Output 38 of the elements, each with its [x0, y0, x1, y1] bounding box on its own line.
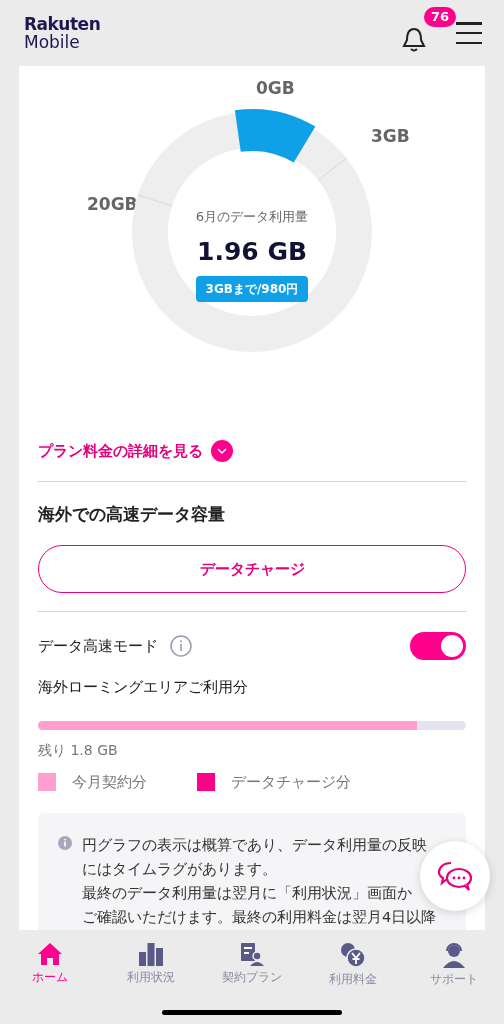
document-person-icon	[239, 942, 265, 966]
section-title: 海外での高速データ容量	[38, 502, 226, 526]
headset-person-icon	[441, 942, 467, 968]
remaining-data: 残り 1.8 GB	[38, 740, 119, 760]
tab-bar-item[interactable]: 契約プラン	[216, 942, 288, 988]
plan-details-link[interactable]: プラン料金の詳細を見る	[38, 440, 233, 463]
tab-bar-item[interactable]: 利用状況	[115, 942, 187, 988]
high-speed-mode-label: データ高速モード	[38, 635, 158, 657]
tab-bar-item[interactable]: 利用料金	[317, 942, 389, 988]
note-text: 円グラフの表示は概算であり、データ利用量の反映	[82, 836, 428, 855]
logo-subtitle: Mobile	[24, 33, 81, 51]
legend-label: データチャージ分	[231, 771, 351, 793]
tab-bar-item[interactable]: ホーム	[14, 942, 86, 988]
usage-caption: 6月のデータ利用量	[195, 208, 309, 226]
coins-icon	[340, 942, 366, 968]
chat-bubbles-icon	[437, 860, 473, 892]
note-text: ご確認いただけます。最終の利用料金は翌月4日以降	[82, 908, 437, 927]
plan-price-badge: 3GBまで/980円	[195, 276, 309, 302]
gauge-label: 0GB	[256, 77, 295, 100]
roaming-label: 海外ローミングエリアご利用分	[38, 677, 249, 698]
note-text: にはタイムラグがあります。	[82, 860, 278, 879]
high-speed-mode-toggle[interactable]	[410, 632, 466, 660]
usage-amount: 1.96 GB	[197, 235, 307, 268]
legend-label: 今月契約分	[72, 771, 147, 793]
notification-button[interactable]	[402, 27, 426, 53]
notification-badge: 76	[424, 7, 457, 27]
gauge-label: 20GB	[87, 193, 138, 216]
gauge-label: 3GB	[371, 125, 410, 148]
logo-wordmark: Rakuten	[24, 15, 101, 33]
info-icon[interactable]	[170, 635, 192, 657]
tab-bar-item[interactable]: サポート	[418, 942, 490, 988]
menu-button[interactable]	[456, 22, 482, 44]
bar-chart-icon	[138, 942, 164, 966]
chevron-icon	[211, 440, 233, 463]
info-icon	[58, 836, 72, 850]
note-text: 最終のデータ利用量は翌月に「利用状況」画面か	[82, 884, 413, 903]
bell-icon	[402, 27, 426, 53]
home-icon	[37, 942, 63, 966]
